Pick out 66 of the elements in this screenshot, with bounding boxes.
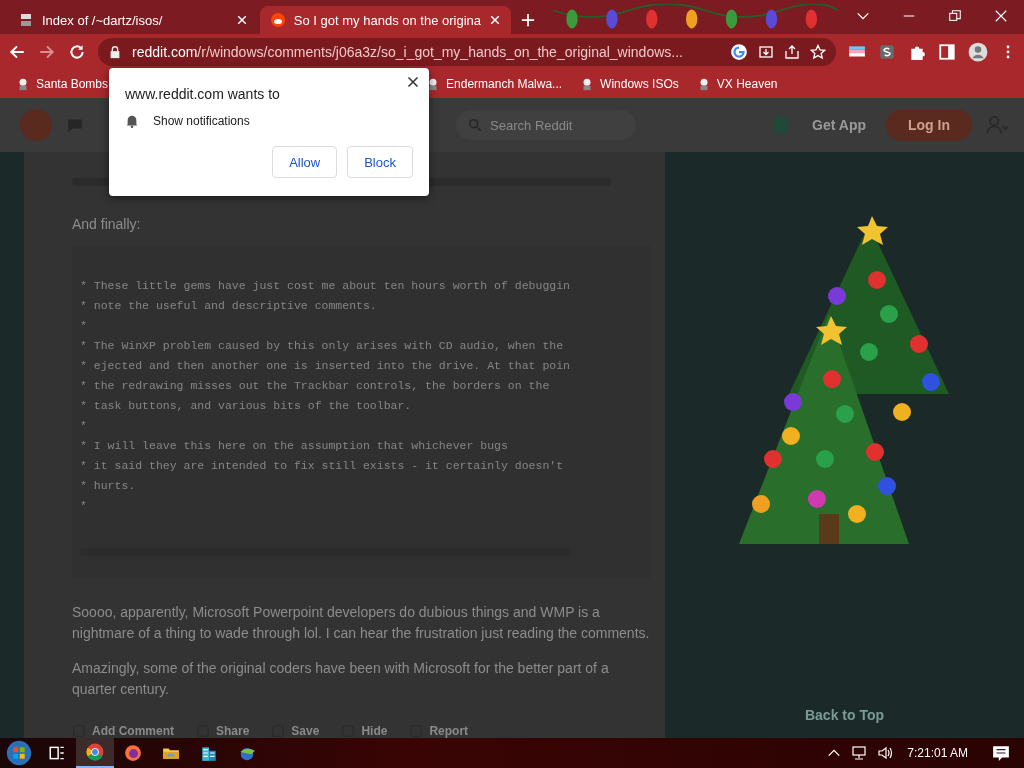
install-icon[interactable] <box>758 44 774 60</box>
lock-icon <box>108 45 122 59</box>
speaker-icon[interactable] <box>877 745 894 761</box>
windows-orb-icon <box>6 740 32 766</box>
close-button[interactable] <box>405 74 421 90</box>
post-action[interactable]: Hide <box>341 724 388 738</box>
close-icon[interactable] <box>235 14 248 26</box>
reddit-icon <box>269 12 286 28</box>
code-line: * <box>80 317 88 334</box>
restore-icon[interactable] <box>948 9 962 23</box>
forward-arrow-icon[interactable] <box>38 43 56 61</box>
bookmark[interactable]: Windows ISOs <box>576 75 683 93</box>
code-line: * the redrawing misses out the Trackbar controls, the borders on the <box>80 377 551 394</box>
server-icon <box>18 12 34 28</box>
code-line: * <box>80 417 88 434</box>
back-to-top-button[interactable]: Back to Top <box>798 706 891 724</box>
get-app-button[interactable]: Get App <box>806 116 872 134</box>
code-line: * hurts. <box>80 477 137 494</box>
bookmark[interactable]: VX Heaven <box>692 75 782 93</box>
network-icon[interactable] <box>851 745 868 761</box>
code-line: * These little gems have just cost me about ten hours worth of debuggin <box>80 277 571 294</box>
taskbar-app[interactable] <box>76 738 114 768</box>
address-bar[interactable]: reddit.com/r/windows/comments/j06a3z/so_i_got_my_hands_on_the_original_windows... <box>98 38 836 66</box>
close-icon[interactable] <box>994 9 1008 23</box>
post-action[interactable]: Save <box>271 724 320 738</box>
plus-icon <box>521 13 536 27</box>
browser-tab[interactable]: So I got my hands on the origina <box>259 6 512 34</box>
post-action[interactable]: Share <box>196 724 250 738</box>
clock[interactable]: 7:21:01 AM <box>907 746 968 760</box>
task-view-icon[interactable] <box>48 744 66 762</box>
side-panel-icon[interactable] <box>938 43 956 61</box>
code-line: * <box>80 497 88 514</box>
close-icon <box>407 76 419 88</box>
chrome-icon[interactable] <box>86 743 104 761</box>
login-button[interactable]: Log In <box>886 109 972 141</box>
bookmark[interactable]: Endermanch Malwa... <box>422 75 567 93</box>
search-icon <box>468 118 483 132</box>
back-arrow-icon[interactable] <box>8 43 26 61</box>
share-icon[interactable] <box>784 44 800 60</box>
code-line: * I will leave this here on the assumption that whichever bugs <box>80 437 509 454</box>
post-action[interactable]: Report <box>409 724 469 738</box>
google-icon[interactable] <box>730 43 748 61</box>
permission-label: Show notifications <box>153 114 250 128</box>
building-icon[interactable] <box>200 744 218 762</box>
extension-s-icon[interactable] <box>878 43 896 61</box>
close-icon[interactable] <box>489 14 502 26</box>
dialog-title: www.reddit.com wants to <box>125 86 281 102</box>
code-line: * note the useful and descriptive comments. <box>80 297 378 314</box>
star-icon[interactable] <box>810 44 826 60</box>
post-paragraph: Soooo, apparently, Microsoft Powerpoint developers do dubious things and WMP is a nightmare of a thing to wade through lol. I can hear the frustration just reading the comments. <box>72 603 651 643</box>
notifications-icon[interactable] <box>992 744 1010 762</box>
post-paragraph: Amazingly, some of the original coders have been with Microsoft for the better part of a quarter century. <box>72 659 610 699</box>
post-text: And finally: <box>72 215 142 232</box>
code-line: * it said they are intended to fix still exists - it certainly doesn't <box>80 457 565 474</box>
post-action[interactable]: Add Comment <box>72 724 174 738</box>
browser-tab[interactable]: Index of /~dartz/isos/ <box>8 6 258 34</box>
firefox-icon[interactable] <box>124 744 142 762</box>
code-line: * The WinXP problem caused by this only arises with CD audio, when the <box>80 337 565 354</box>
code-line: * task buttons, and various bits of the toolbar. <box>80 397 413 414</box>
profile-icon[interactable] <box>968 42 988 62</box>
dialog-button[interactable]: Allow <box>272 146 338 178</box>
reload-icon[interactable] <box>68 43 86 61</box>
code-line: * ejected and then another one is inserted into the drive. At that poin <box>80 357 571 374</box>
bell-icon <box>125 114 139 128</box>
bookmark[interactable]: Santa Bombs <box>12 75 113 93</box>
dialog-button[interactable]: Block <box>347 146 413 178</box>
